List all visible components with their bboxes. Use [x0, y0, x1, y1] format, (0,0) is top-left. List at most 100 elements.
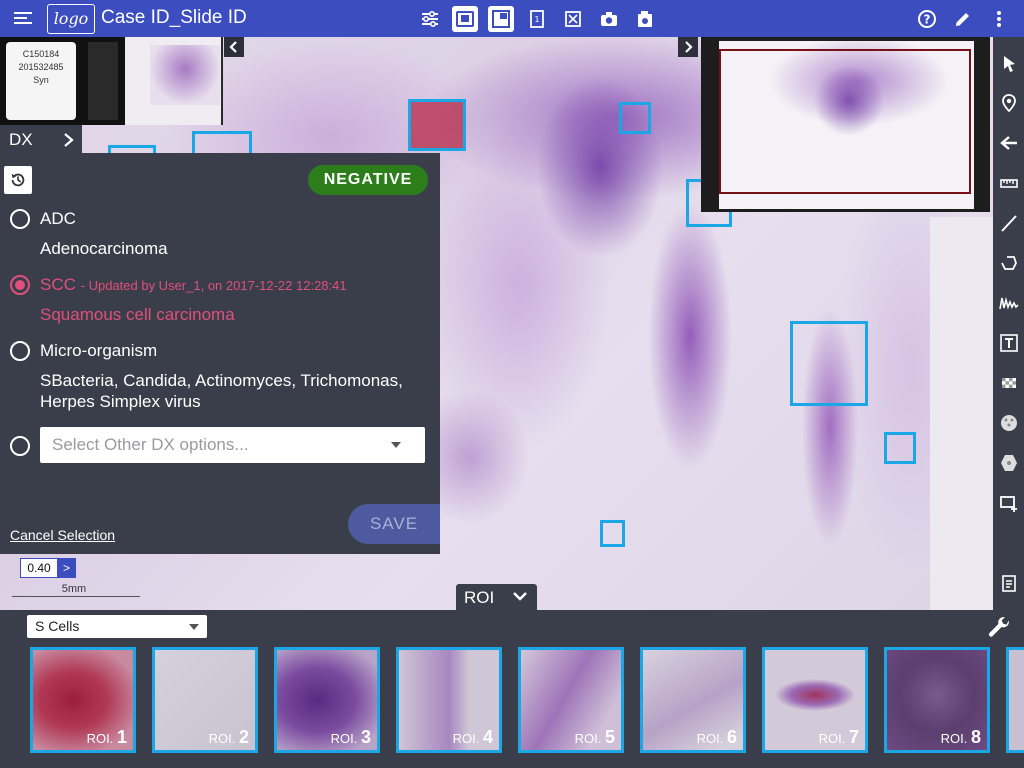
help-icon[interactable]: ?	[914, 6, 940, 32]
arrow-left-icon[interactable]	[997, 131, 1021, 155]
roi-prefix: ROI.	[330, 731, 358, 746]
option-micro-description-2: Herpes Simplex virus	[40, 392, 201, 411]
option-micro-title: Micro-organism	[40, 341, 158, 360]
radio-micro-organism[interactable]	[10, 341, 30, 361]
zoom-next-button[interactable]: >	[57, 559, 76, 577]
dx-tab-label: DX	[9, 130, 33, 149]
roi-thumbnail[interactable]: ROI. 7	[762, 647, 868, 753]
option-micro-description-1: SBacteria, Candida, Actinomyces, Trichom…	[40, 371, 403, 390]
ruler-icon[interactable]	[997, 171, 1021, 195]
roi-prefix: ROI.	[208, 731, 236, 746]
option-scc-code: SCC	[40, 275, 76, 294]
collapse-left-button[interactable]	[224, 37, 244, 57]
scale-line	[12, 596, 140, 597]
edit-pencil-icon[interactable]	[950, 6, 976, 32]
menu-icon[interactable]	[14, 10, 32, 26]
label-icon[interactable]: 1	[524, 6, 550, 32]
chevron-down-icon	[391, 442, 401, 448]
cell-filter-select[interactable]: S Cells	[27, 615, 207, 638]
more-vert-icon[interactable]	[986, 6, 1012, 32]
chevron-down-icon	[189, 624, 199, 630]
freehand-icon[interactable]	[997, 291, 1021, 315]
text-tool-icon[interactable]	[997, 331, 1021, 355]
roi-marker[interactable]	[108, 145, 156, 153]
polygon-icon[interactable]	[997, 251, 1021, 275]
line-icon[interactable]	[997, 211, 1021, 235]
label-text: C150184	[22, 49, 60, 59]
radio-other[interactable]	[10, 436, 30, 456]
roi-number: 6	[726, 727, 737, 747]
sliders-icon[interactable]	[417, 6, 443, 32]
roi-marker[interactable]	[600, 520, 625, 547]
hexagon-pattern-icon[interactable]	[997, 451, 1021, 475]
chevron-right-icon	[64, 133, 74, 147]
dx-panel: NEGATIVE ADC Adenocarcinoma SCC - Update…	[0, 153, 440, 554]
roi-thumbnail[interactable]: ROI. 1	[30, 647, 136, 753]
cancel-selection-link[interactable]: Cancel Selection	[10, 527, 115, 543]
dx-tab[interactable]: DX	[0, 125, 82, 154]
label-text: 201532485	[18, 62, 64, 72]
pointer-icon[interactable]	[997, 51, 1021, 75]
slide-info-icon[interactable]	[452, 6, 478, 32]
roi-thumbnail[interactable]	[1006, 647, 1024, 753]
roi-marker[interactable]	[619, 102, 651, 134]
report-icon[interactable]	[997, 571, 1021, 595]
gallery-camera-icon[interactable]	[632, 6, 658, 32]
viewer-layout-icon[interactable]	[488, 6, 514, 32]
roi-thumbnail[interactable]: ROI. 3	[274, 647, 380, 753]
slide-background	[930, 217, 993, 610]
roi-number: 4	[482, 727, 493, 747]
roi-number: 3	[360, 727, 371, 747]
roi-thumbnail-label: ROI. 2	[209, 727, 249, 748]
roi-marker[interactable]	[192, 131, 252, 153]
roi-marker[interactable]	[884, 432, 916, 464]
roi-thumbnail[interactable]: ROI. 5	[518, 647, 624, 753]
collapse-right-button[interactable]	[678, 37, 698, 57]
roi-toggle[interactable]: ROI	[456, 584, 537, 611]
option-adc-title: ADC	[40, 209, 76, 228]
roi-thumbnail[interactable]: ROI. 6	[640, 647, 746, 753]
svg-text:1: 1	[534, 15, 539, 24]
checker-icon[interactable]	[997, 371, 1021, 395]
chevron-left-icon	[229, 41, 237, 53]
slide-thumbnail[interactable]	[125, 37, 223, 125]
roi-thumbnail[interactable]: ROI. 4	[396, 647, 502, 753]
history-icon	[11, 173, 25, 187]
roi-number: 2	[238, 727, 249, 747]
roi-prefix: ROI.	[452, 731, 480, 746]
roi-number: 7	[848, 727, 859, 747]
chevron-right-icon	[685, 41, 693, 53]
camera-icon[interactable]	[596, 6, 622, 32]
history-button[interactable]	[4, 166, 32, 194]
scale-bar: 5mm	[12, 583, 140, 597]
other-dx-placeholder: Select Other DX options...	[52, 435, 249, 454]
fullscreen-icon[interactable]	[560, 6, 586, 32]
other-dx-select[interactable]: Select Other DX options...	[40, 427, 425, 463]
zoom-control[interactable]: 0.40 >	[20, 558, 76, 578]
slide-label-image: C150184 201532485 Syn	[0, 37, 125, 125]
roi-thumbnail[interactable]: ROI. 8	[884, 647, 990, 753]
save-button[interactable]: SAVE	[348, 504, 440, 544]
roi-marker[interactable]	[790, 321, 868, 406]
radio-scc[interactable]	[10, 275, 30, 295]
right-toolbar	[993, 37, 1024, 610]
roi-number: 8	[970, 727, 981, 747]
minimap-viewport[interactable]	[719, 49, 971, 194]
wrench-icon[interactable]	[987, 614, 1013, 640]
zoom-value[interactable]: 0.40	[21, 559, 57, 577]
minimap[interactable]	[701, 37, 990, 212]
roi-marker[interactable]	[408, 99, 466, 151]
radio-adc[interactable]	[10, 209, 30, 229]
status-badge: NEGATIVE	[308, 165, 428, 195]
add-region-icon[interactable]	[997, 491, 1021, 515]
svg-text:?: ?	[924, 13, 931, 27]
page-title: Case ID_Slide ID	[101, 7, 247, 28]
option-scc-description: Squamous cell carcinoma	[40, 305, 235, 324]
roi-thumbnail-label: ROI. 4	[453, 727, 493, 748]
circle-pattern-icon[interactable]	[997, 411, 1021, 435]
option-scc-updated: - Updated by User_1, on 2017-12-22 12:28…	[80, 278, 347, 293]
roi-thumbnail[interactable]: ROI. 2	[152, 647, 258, 753]
label-text: Syn	[33, 75, 49, 85]
roi-prefix: ROI.	[86, 731, 114, 746]
pin-icon[interactable]	[997, 91, 1021, 115]
